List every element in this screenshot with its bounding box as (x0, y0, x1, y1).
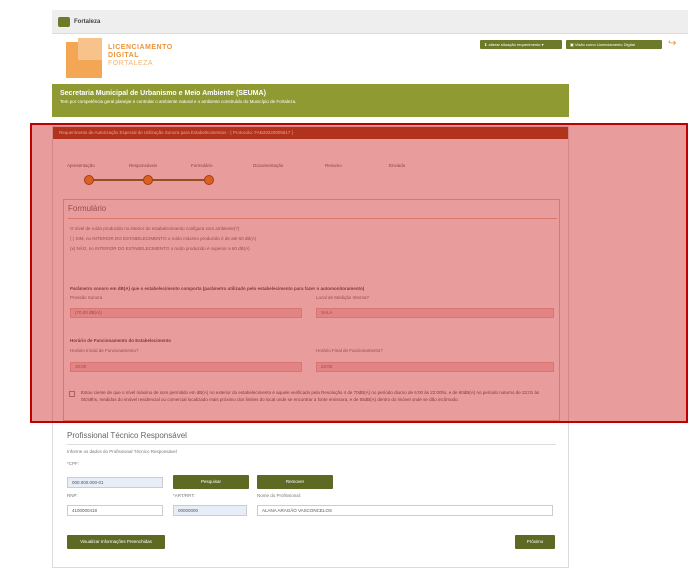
logo-line-1: LICENCIAMENTO (108, 44, 173, 51)
brand-name: Fortaleza (74, 18, 101, 25)
licenciamento-logo-accent (78, 38, 102, 60)
divider (67, 444, 556, 445)
highlight-overlay (30, 123, 688, 423)
licenciamento-logo-text: LICENCIAMENTO DIGITAL FORTALEZA (108, 44, 173, 68)
top-bar: Fortaleza (52, 10, 688, 34)
art-label: *ART/RRT: (173, 493, 195, 498)
banner-subtitle: Tem por competência geral planejar e con… (60, 99, 297, 104)
search-button[interactable]: Pesquisar (173, 475, 249, 489)
view-filled-info-button[interactable]: Visualizar Informações Preenchidas (67, 535, 165, 549)
rnp-input[interactable]: 4100000418 (67, 505, 163, 516)
secretariat-banner: Secretaria Municipal de Urbanismo e Meio… (52, 84, 569, 117)
professional-name-input[interactable]: ALANA ARAGÃO VASCONCELOS (257, 505, 553, 516)
cpf-label: *CPF: (67, 461, 80, 466)
logo-line-2: DIGITAL (108, 52, 139, 59)
cpf-input[interactable]: 000.000.000-01 (67, 477, 163, 488)
logo-line-3: FORTALEZA (108, 60, 154, 67)
remove-button[interactable]: Remover (257, 475, 333, 489)
responsible-info: Informe os dados do Profissional Técnico… (67, 449, 177, 454)
rnp-label: RNP: (67, 493, 78, 498)
alter-status-button[interactable]: ⬇ alterar situação requerimento ▾ (480, 40, 562, 49)
next-button[interactable]: Próximo (515, 535, 555, 549)
banner-title: Secretaria Municipal de Urbanismo e Meio… (60, 90, 266, 97)
responsible-title: Profissional Técnico Responsável (67, 431, 187, 440)
exit-icon[interactable]: ↪ (668, 38, 680, 50)
art-input[interactable]: 00000000 (173, 505, 247, 516)
fortaleza-logo-icon (58, 16, 70, 27)
view-as-button[interactable]: ▣ Visão como Licenciamento Digital (566, 40, 662, 49)
page-header: LICENCIAMENTO DIGITAL FORTALEZA ⬇ altera… (52, 36, 688, 80)
name-label: Nome do Profissional: (257, 493, 302, 498)
